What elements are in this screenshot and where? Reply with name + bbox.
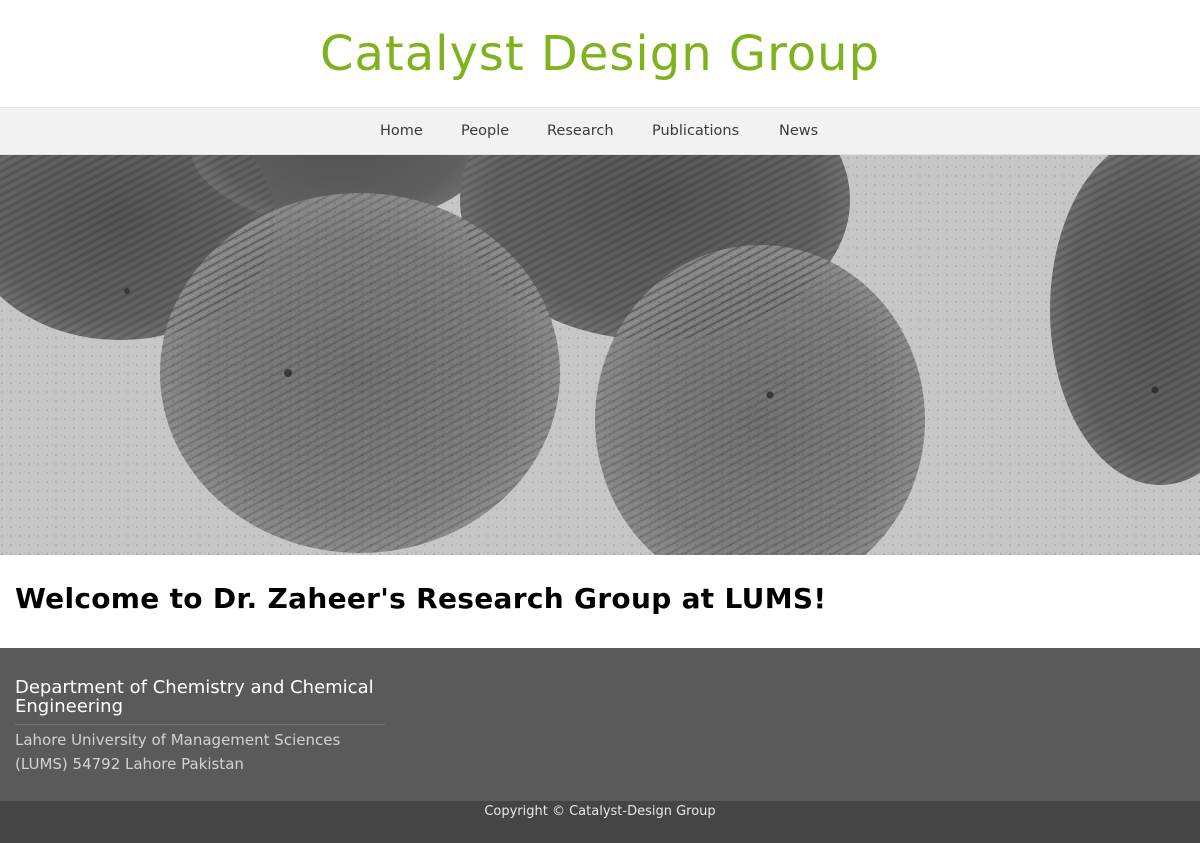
footer-contact: Department of Chemistry and Chemical Eng… (0, 648, 1200, 801)
nav-item-people[interactable]: People (461, 108, 509, 154)
nav-item-home[interactable]: Home (380, 108, 423, 154)
university-address: Lahore University of Management Sciences… (15, 731, 341, 773)
copyright-text: Copyright © Catalyst-Design Group (484, 804, 716, 819)
site-header: Catalyst Design Group (0, 0, 1200, 108)
nav-item-research[interactable]: Research (547, 108, 614, 154)
footer-divider (15, 724, 385, 725)
welcome-section: Welcome to Dr. Zaheer's Research Group a… (0, 555, 1200, 648)
nav-item-publications[interactable]: Publications (652, 108, 739, 154)
hero-microscopy-image (0, 155, 1200, 555)
department-title: Department of Chemistry and Chemical Eng… (15, 677, 374, 717)
main-navigation: Home People Research Publications News (0, 108, 1200, 155)
nav-item-news[interactable]: News (779, 108, 818, 154)
welcome-heading: Welcome to Dr. Zaheer's Research Group a… (15, 582, 827, 615)
hero-banner (0, 155, 1200, 555)
site-title-link[interactable]: Catalyst Design Group (0, 26, 1200, 82)
footer-bottom-bar: Copyright © Catalyst-Design Group (0, 801, 1200, 843)
